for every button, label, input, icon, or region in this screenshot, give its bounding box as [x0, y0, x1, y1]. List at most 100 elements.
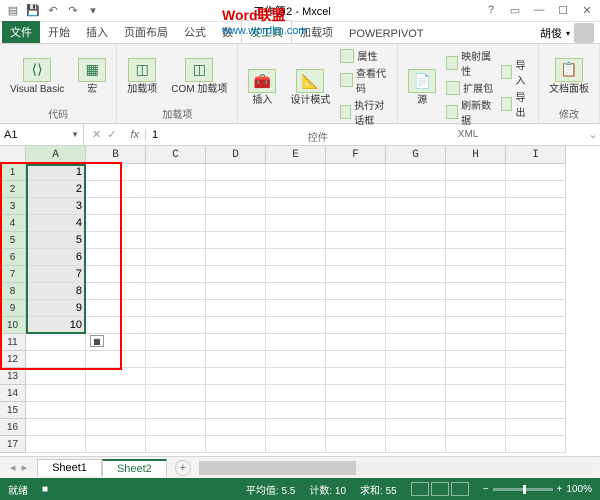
minimize-icon[interactable]: — [532, 4, 546, 18]
cell[interactable] [446, 266, 506, 283]
column-header[interactable]: H [446, 146, 506, 164]
tab-layout[interactable]: 页面布局 [116, 21, 176, 43]
cell[interactable] [206, 266, 266, 283]
cell[interactable] [446, 198, 506, 215]
cell[interactable] [146, 249, 206, 266]
cell[interactable] [446, 334, 506, 351]
cell[interactable] [206, 351, 266, 368]
cell[interactable] [86, 436, 146, 453]
expansion-packs-button[interactable]: 扩展包 [446, 80, 494, 95]
addins-button[interactable]: ◫加载项 [123, 56, 161, 97]
row-headers[interactable]: 1234567891011121314151617 [0, 164, 26, 453]
cell[interactable] [446, 283, 506, 300]
macros-button[interactable]: ▦宏 [74, 56, 110, 97]
column-header[interactable]: I [506, 146, 566, 164]
cell[interactable]: 7 [26, 266, 86, 283]
cell[interactable] [86, 283, 146, 300]
cell[interactable] [266, 385, 326, 402]
import-button[interactable]: 导入 [501, 57, 532, 87]
cell[interactable] [386, 181, 446, 198]
cell[interactable] [506, 232, 566, 249]
column-header[interactable]: A [26, 146, 86, 164]
add-sheet-button[interactable]: + [175, 460, 191, 476]
com-addins-button[interactable]: ◫COM 加载项 [167, 56, 231, 97]
sheet-nav-next-icon[interactable]: ▸ [22, 461, 28, 474]
row-header[interactable]: 7 [0, 266, 26, 283]
cell[interactable] [26, 402, 86, 419]
cell[interactable]: 9 [26, 300, 86, 317]
cell[interactable]: 1 [26, 164, 86, 181]
cell[interactable] [266, 300, 326, 317]
cell[interactable] [386, 215, 446, 232]
cell[interactable] [206, 385, 266, 402]
cell[interactable] [146, 215, 206, 232]
macro-record-icon[interactable]: ■ [42, 484, 48, 495]
cell[interactable] [326, 300, 386, 317]
cell[interactable] [386, 419, 446, 436]
cell[interactable] [86, 198, 146, 215]
cell[interactable] [506, 334, 566, 351]
row-header[interactable]: 4 [0, 215, 26, 232]
cell[interactable] [206, 181, 266, 198]
cell[interactable] [266, 351, 326, 368]
cell[interactable] [506, 198, 566, 215]
cell[interactable] [386, 402, 446, 419]
cell[interactable] [326, 266, 386, 283]
cell[interactable] [266, 419, 326, 436]
cell[interactable] [326, 198, 386, 215]
cell[interactable] [386, 283, 446, 300]
cell[interactable] [506, 181, 566, 198]
avatar[interactable] [574, 23, 594, 43]
cell[interactable] [506, 300, 566, 317]
row-header[interactable]: 3 [0, 198, 26, 215]
cell[interactable] [446, 436, 506, 453]
cell[interactable] [326, 232, 386, 249]
sheet-tab-2[interactable]: Sheet2 [102, 459, 167, 477]
cell[interactable] [86, 419, 146, 436]
design-mode-button[interactable]: 📐设计模式 [286, 67, 334, 108]
cell[interactable] [146, 283, 206, 300]
qat-customize-icon[interactable]: ▾ [86, 4, 100, 18]
zoom-slider[interactable] [493, 488, 553, 491]
column-header[interactable]: F [326, 146, 386, 164]
zoom-level[interactable]: 100% [566, 484, 592, 495]
cell[interactable] [506, 215, 566, 232]
row-header[interactable]: 15 [0, 402, 26, 419]
cell[interactable] [446, 351, 506, 368]
cell[interactable] [326, 317, 386, 334]
row-header[interactable]: 17 [0, 436, 26, 453]
cell[interactable] [386, 351, 446, 368]
column-header[interactable]: D [206, 146, 266, 164]
select-all-triangle[interactable] [0, 146, 26, 164]
cell[interactable] [146, 232, 206, 249]
cell[interactable] [446, 181, 506, 198]
cell[interactable] [446, 300, 506, 317]
cell[interactable] [386, 317, 446, 334]
zoom-in-icon[interactable]: + [557, 484, 563, 495]
cell[interactable] [26, 351, 86, 368]
column-header[interactable]: B [86, 146, 146, 164]
row-header[interactable]: 5 [0, 232, 26, 249]
cell[interactable] [266, 283, 326, 300]
tab-start[interactable]: 开始 [40, 21, 78, 43]
cell[interactable] [86, 351, 146, 368]
cell[interactable] [446, 317, 506, 334]
tab-powerpivot[interactable]: POWERPIVOT [341, 25, 432, 43]
row-header[interactable]: 11 [0, 334, 26, 351]
cell[interactable] [326, 334, 386, 351]
refresh-data-button[interactable]: 刷新数据 [446, 97, 494, 127]
cell[interactable] [146, 317, 206, 334]
horizontal-scrollbar[interactable] [199, 461, 592, 475]
map-properties-button[interactable]: 映射属性 [446, 48, 494, 78]
cell[interactable] [386, 385, 446, 402]
cell[interactable] [26, 436, 86, 453]
cell[interactable]: 8 [26, 283, 86, 300]
view-normal-icon[interactable] [411, 482, 429, 496]
cell[interactable] [446, 368, 506, 385]
cell[interactable] [506, 283, 566, 300]
cell[interactable] [446, 419, 506, 436]
cell[interactable] [206, 198, 266, 215]
cell[interactable] [86, 181, 146, 198]
cell[interactable] [206, 300, 266, 317]
document-panel-button[interactable]: 📋文档面板 [545, 56, 593, 97]
